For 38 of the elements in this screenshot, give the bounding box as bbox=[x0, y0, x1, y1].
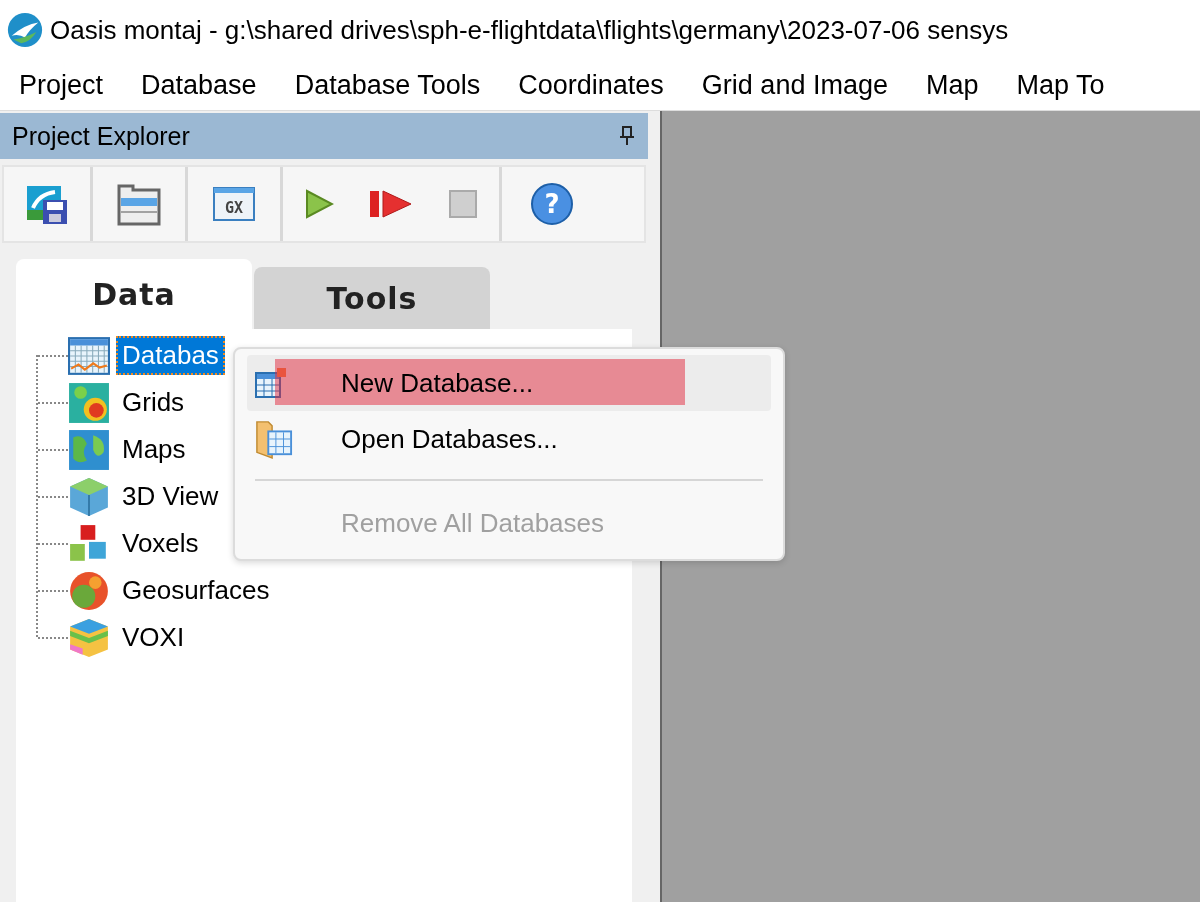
tree-item[interactable]: Databas bbox=[116, 336, 225, 375]
menu-item[interactable]: Project bbox=[19, 69, 104, 101]
globe-icon bbox=[68, 428, 110, 471]
layered-cube-icon bbox=[68, 616, 110, 659]
folder-list-icon bbox=[117, 182, 161, 226]
tree-item[interactable]: Geosurfaces bbox=[116, 571, 276, 610]
tree-item[interactable]: 3D View bbox=[116, 477, 225, 516]
menu-option[interactable]: New Database... bbox=[247, 355, 771, 411]
menu-item[interactable]: Database Tools bbox=[294, 69, 481, 101]
menu-option[interactable]: Open Databases... bbox=[247, 411, 771, 467]
gx-window-icon: GX bbox=[212, 186, 256, 222]
gx-button[interactable]: GX bbox=[188, 169, 280, 239]
sphere-icon bbox=[68, 569, 110, 612]
panel-tab[interactable]: Data bbox=[16, 259, 252, 329]
heatmap-icon bbox=[68, 381, 110, 424]
panel-title: Project Explorer bbox=[12, 121, 190, 151]
tree-item[interactable]: Maps bbox=[116, 430, 192, 469]
panel-tab[interactable]: Tools bbox=[254, 267, 490, 329]
new-table-icon bbox=[255, 367, 287, 399]
tree-item[interactable]: Grids bbox=[116, 383, 191, 422]
tree-item[interactable]: VOXI bbox=[116, 618, 191, 657]
table-icon bbox=[68, 334, 110, 377]
menu-item[interactable]: Coordinates bbox=[518, 69, 664, 101]
play-icon bbox=[304, 189, 334, 219]
save-icon bbox=[25, 184, 69, 224]
menu-item[interactable]: Map To bbox=[1016, 69, 1105, 101]
menu-item[interactable]: Map bbox=[925, 69, 979, 101]
step-play-icon bbox=[369, 189, 413, 219]
tree-item[interactable]: Voxels bbox=[116, 524, 205, 563]
menu-item[interactable]: Database bbox=[141, 69, 257, 101]
pin-icon[interactable] bbox=[620, 126, 634, 146]
window-title: Oasis montaj - g:\shared drives\sph-e-flightdata\flights\germany\2023-07-06 sensys bbox=[50, 14, 1009, 46]
menu-item[interactable]: Grid and Image bbox=[701, 69, 888, 101]
stop-icon bbox=[448, 189, 478, 219]
help-icon: ? bbox=[530, 182, 574, 226]
cube-icon bbox=[68, 475, 110, 518]
folder-table-icon bbox=[255, 418, 293, 460]
app-logo-icon bbox=[6, 11, 44, 49]
